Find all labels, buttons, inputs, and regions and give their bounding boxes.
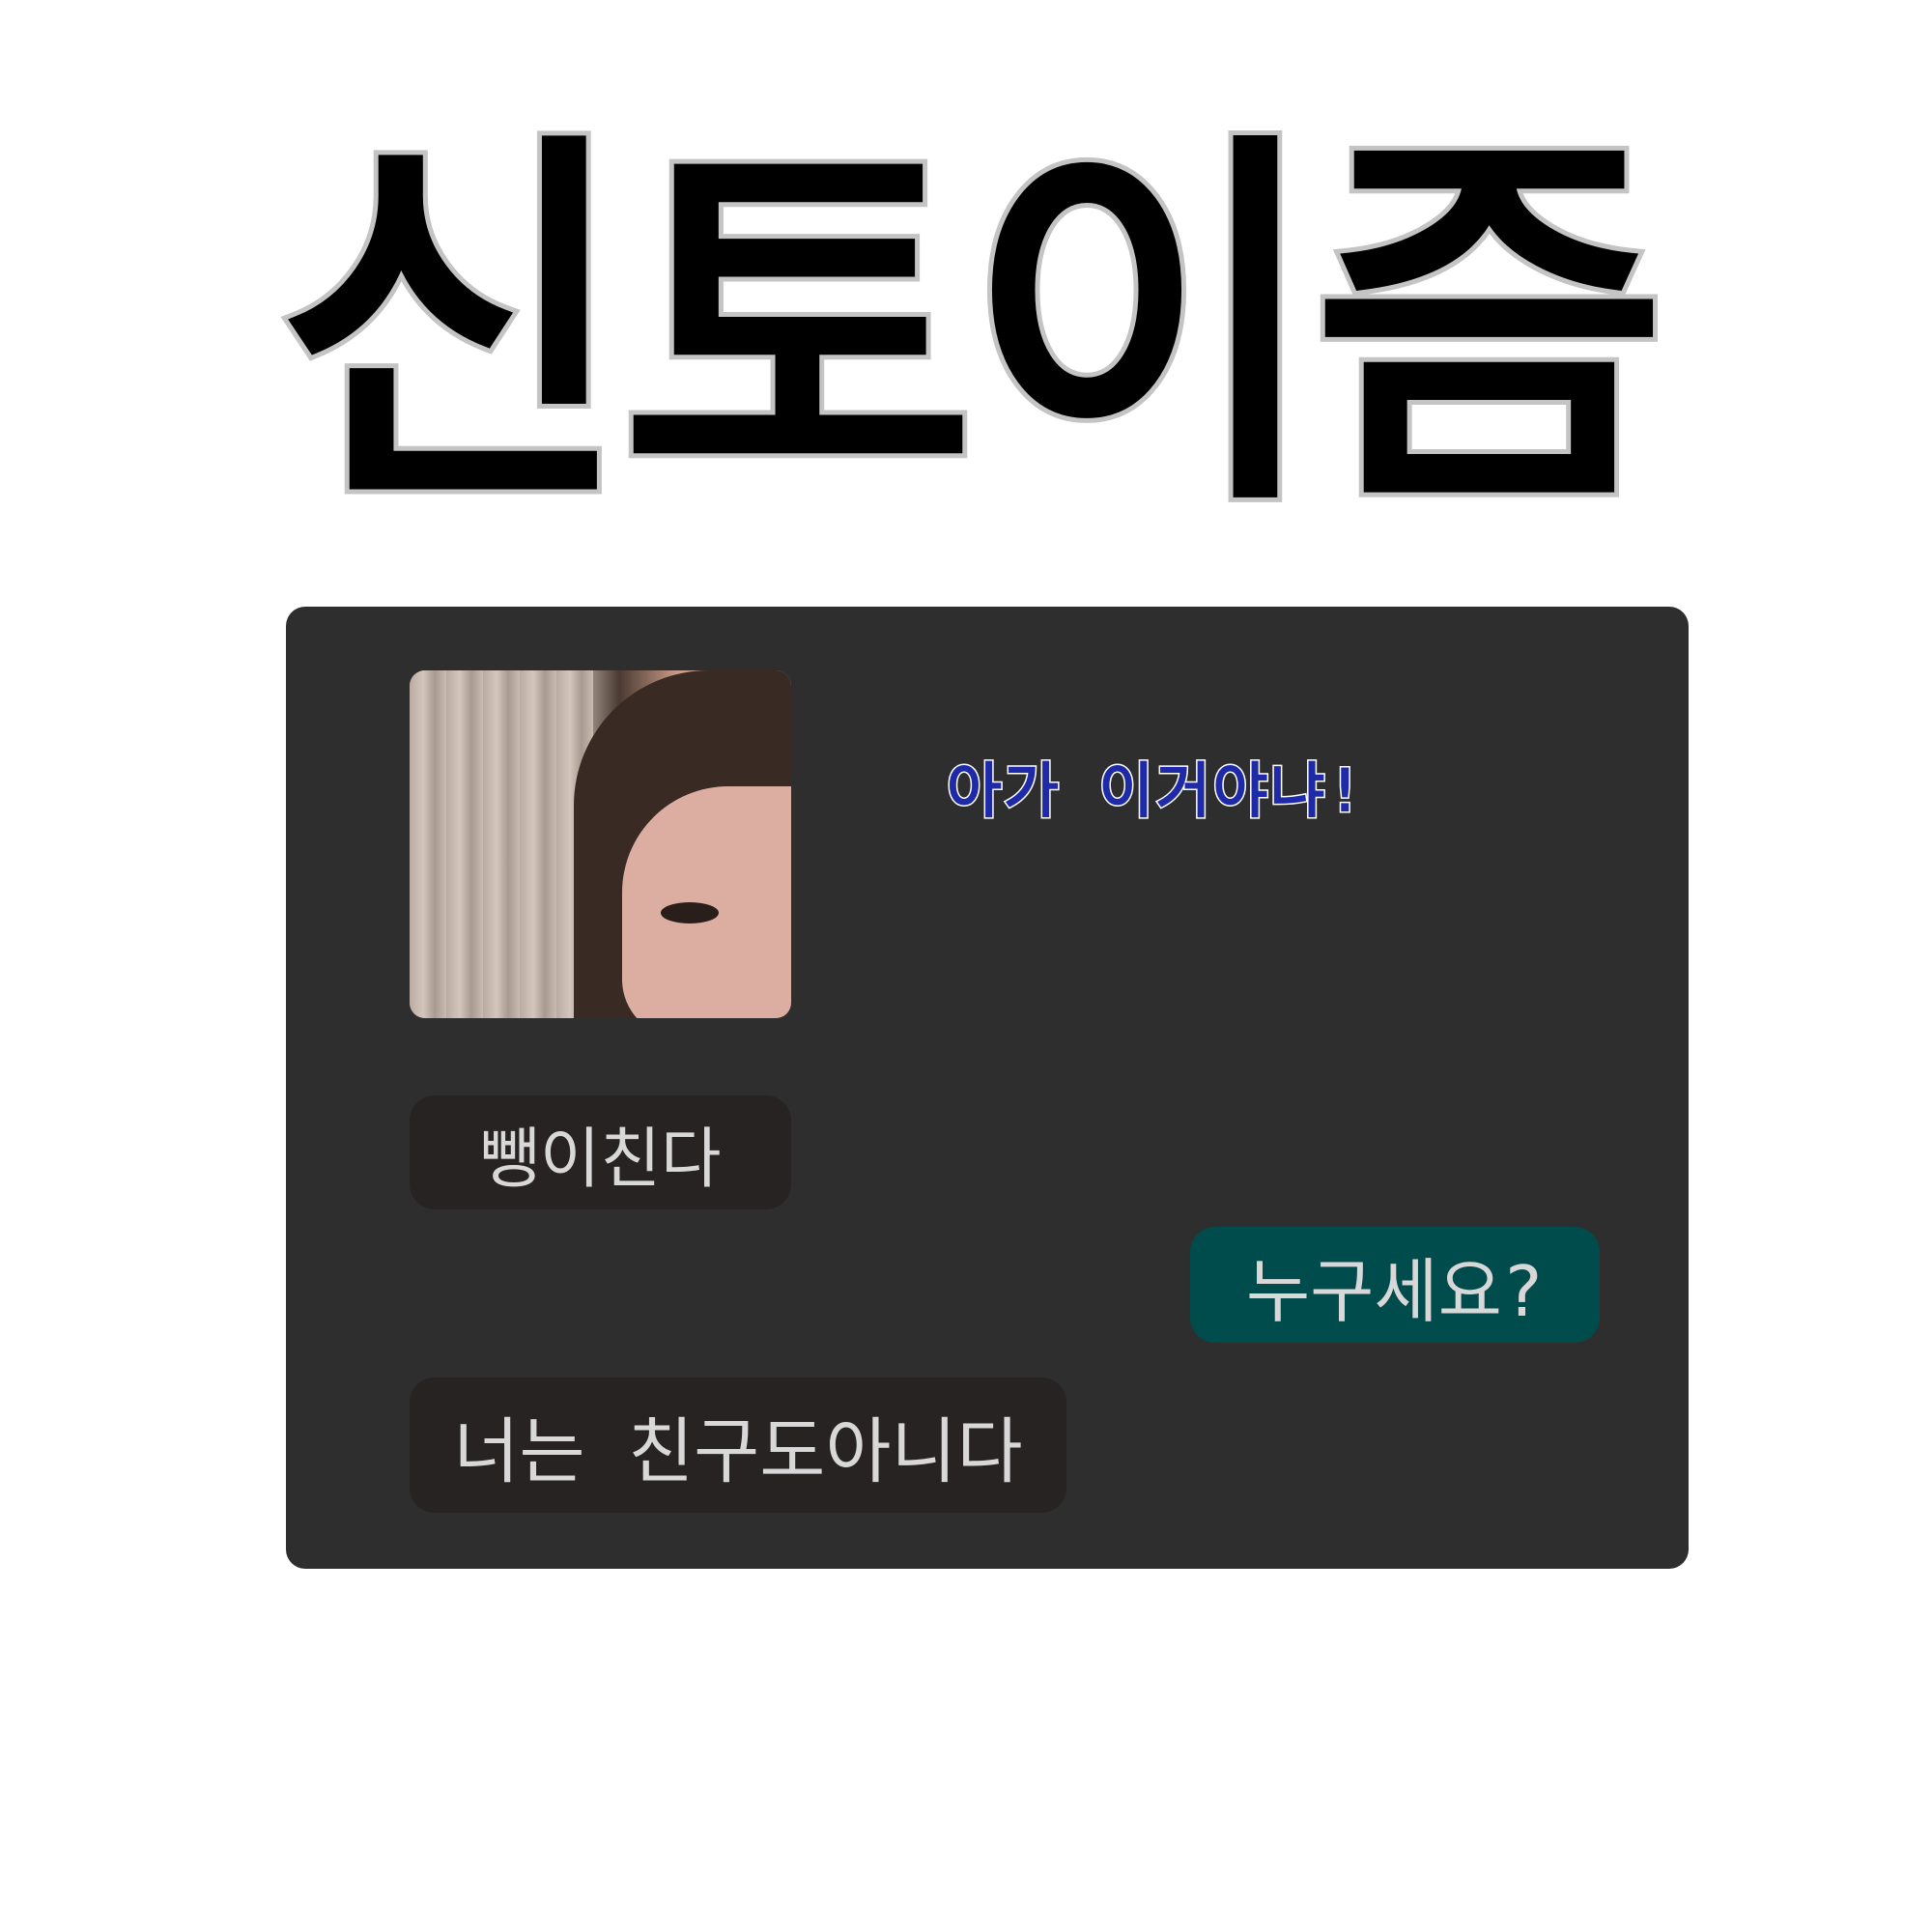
- outgoing-message: 누구세요?: [1190, 1227, 1600, 1343]
- photo-curtain: [410, 670, 593, 1018]
- incoming-message-1: 뺑이친다: [410, 1095, 791, 1209]
- status-text: 아가 이거야냐!: [946, 754, 1365, 828]
- message-text: 뺑이친다: [479, 1121, 722, 1198]
- photo-eye: [661, 902, 719, 923]
- message-text: 누구세요?: [1245, 1250, 1545, 1332]
- message-text: 너는 친구도아니다: [453, 1409, 1023, 1493]
- profile-photo: [410, 670, 791, 1018]
- page-title: 신토이즘: [270, 103, 1672, 553]
- page: 신토이즘 아가 이거야냐! 뺑이친다 누구세요? 너는 친구도아니다: [0, 0, 1932, 1932]
- incoming-message-2: 너는 친구도아니다: [410, 1378, 1066, 1513]
- chat-panel: 아가 이거야냐! 뺑이친다 누구세요? 너는 친구도아니다: [286, 607, 1689, 1569]
